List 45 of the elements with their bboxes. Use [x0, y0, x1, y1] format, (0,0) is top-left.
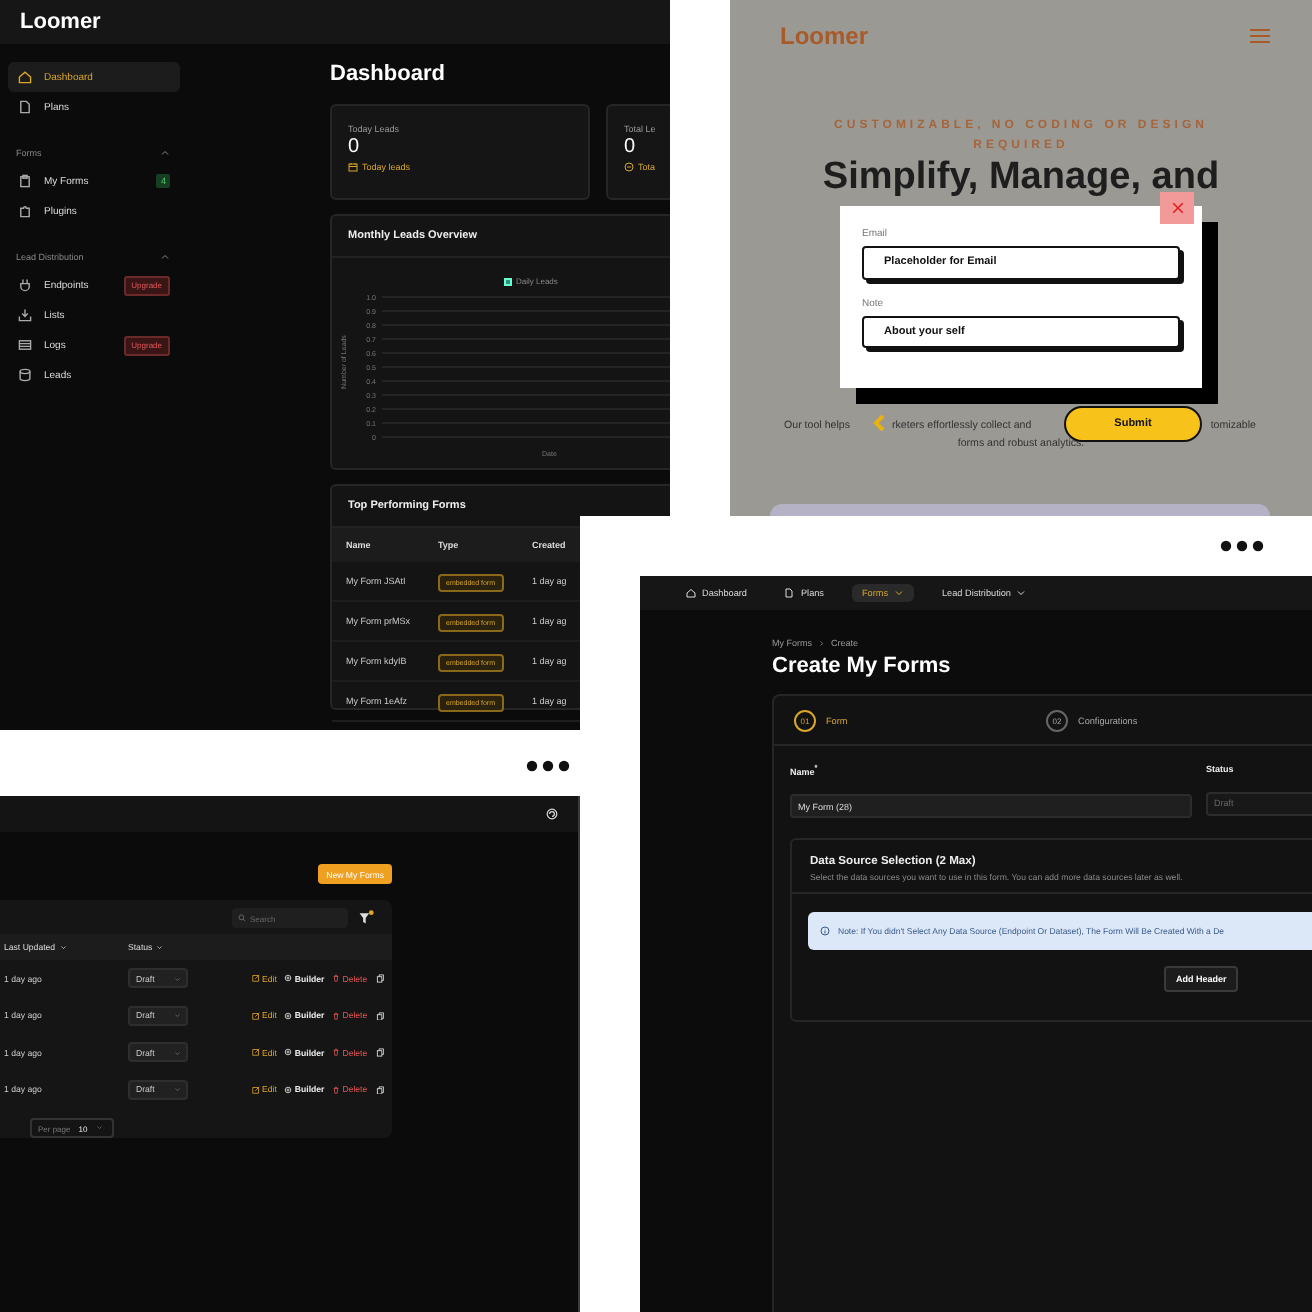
- edit-icon: [252, 1085, 260, 1094]
- dots-icon: [526, 760, 570, 772]
- document-icon: [18, 100, 32, 114]
- edit-icon: [252, 1011, 260, 1020]
- trash-icon: [332, 1048, 341, 1057]
- gear-icon: [284, 974, 293, 983]
- headline: Simplify, Manage, and: [822, 158, 1220, 198]
- dots-icon: [1220, 540, 1264, 552]
- logo: Loomer: [20, 10, 101, 34]
- logo: Loomer: [780, 22, 869, 50]
- filter-icon[interactable]: [358, 910, 374, 926]
- home-icon: [18, 70, 32, 84]
- edit-icon: [252, 974, 260, 983]
- database-icon: [18, 368, 32, 382]
- info-icon: [820, 925, 830, 935]
- clipboard-icon: [18, 174, 32, 188]
- coin-icon: [624, 162, 634, 172]
- puzzle-icon: [18, 204, 32, 218]
- chevron-icon[interactable]: [160, 251, 170, 261]
- copy-icon: [375, 1048, 385, 1057]
- copy-icon: [375, 1085, 385, 1094]
- legend-swatch: [504, 277, 512, 285]
- calendar-icon: [348, 162, 358, 172]
- trash-icon: [332, 974, 341, 983]
- page-title: Create My Forms: [772, 654, 953, 678]
- copy-icon: [375, 1011, 385, 1020]
- home-icon: [686, 588, 696, 598]
- close-icon: [1169, 200, 1185, 216]
- gear-icon: [284, 1011, 293, 1020]
- document-icon: [784, 588, 795, 598]
- trash-icon: [332, 1085, 341, 1094]
- refresh-icon: [546, 808, 558, 820]
- gear-icon: [284, 1048, 293, 1057]
- chevron-icon[interactable]: [160, 147, 170, 157]
- chevron-icon[interactable]: [872, 414, 886, 432]
- list-icon: [18, 338, 32, 352]
- edit-icon: [252, 1048, 260, 1057]
- trash-icon: [332, 1011, 341, 1020]
- download-icon: [18, 308, 32, 322]
- page-title: Dashboard: [330, 62, 447, 86]
- close-button[interactable]: [1160, 192, 1194, 224]
- gear-icon: [284, 1085, 293, 1094]
- plug-icon: [18, 278, 32, 292]
- copy-icon: [375, 974, 385, 983]
- menu-icon[interactable]: [1250, 28, 1270, 44]
